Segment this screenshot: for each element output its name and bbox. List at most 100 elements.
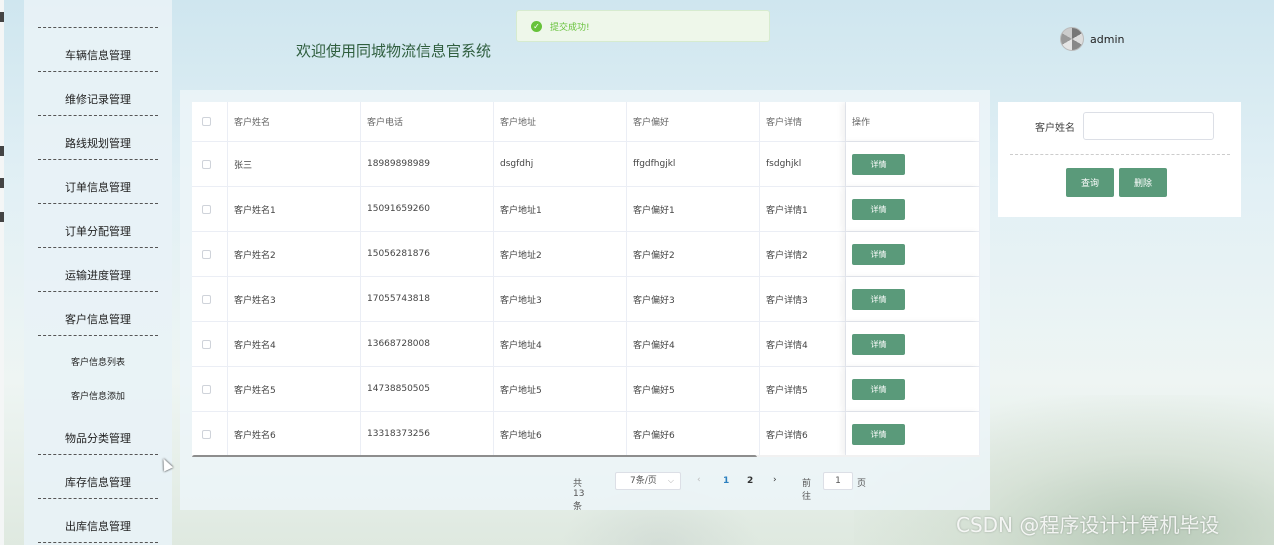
sidebar-item-category[interactable]: 物品分类管理 — [24, 430, 172, 446]
table-cell: fsdghjkl — [760, 142, 846, 186]
detail-button[interactable]: 详情 — [852, 378, 905, 400]
row-select-cell[interactable] — [192, 232, 228, 276]
column-header[interactable]: 客户姓名 — [228, 102, 361, 141]
row-select-cell[interactable] — [192, 187, 228, 231]
sidebar-divider — [38, 542, 158, 543]
column-header[interactable]: 客户详情 — [760, 102, 846, 141]
row-select-cell[interactable] — [192, 322, 228, 366]
search-label: 客户姓名 — [1035, 123, 1075, 134]
table-cell: 客户地址6 — [494, 412, 627, 456]
table-cell: dsgfdhj — [494, 142, 627, 186]
select-all-cell[interactable] — [192, 102, 228, 141]
table-cell: 客户地址3 — [494, 277, 627, 321]
row-select-cell[interactable] — [192, 367, 228, 411]
table-cell: 客户偏好5 — [627, 367, 760, 411]
query-button[interactable]: 查询 — [1066, 168, 1114, 197]
row-checkbox[interactable] — [202, 294, 211, 304]
table-cell: 客户详情4 — [760, 322, 846, 366]
detail-button[interactable]: 详情 — [852, 288, 905, 310]
row-select-cell[interactable] — [192, 277, 228, 321]
table-cell: 客户详情1 — [760, 187, 846, 231]
pagination-total: 共 13 条 — [573, 479, 585, 512]
row-checkbox[interactable] — [202, 249, 211, 259]
row-checkbox[interactable] — [202, 339, 211, 349]
table-cell: 客户地址1 — [494, 187, 627, 231]
table-row: 张三 18989898989 dsgfdhj ffgdfhgjkl fsdghjkl 详情 — [192, 142, 980, 187]
row-checkbox[interactable] — [202, 159, 211, 169]
sidebar-divider — [38, 498, 158, 499]
row-checkbox[interactable] — [202, 429, 211, 439]
check-circle-icon: ✓ — [531, 20, 542, 32]
table-cell: 17055743818 — [361, 277, 494, 321]
select-all-checkbox[interactable] — [202, 117, 211, 126]
avatar[interactable] — [1060, 27, 1084, 51]
column-header[interactable]: 客户电话 — [361, 102, 494, 141]
table-row: 客户姓名6 13318373256 客户地址6 客户偏好6 客户详情6 详情 — [192, 412, 980, 457]
action-cell: 详情 — [846, 277, 980, 321]
table-header-row: 客户姓名 客户电话 客户地址 客户偏好 客户详情 操作 — [192, 102, 980, 142]
column-header[interactable]: 客户地址 — [494, 102, 627, 141]
horizontal-scrollbar[interactable] — [192, 455, 980, 457]
search-panel: 客户姓名 查询 删除 — [998, 102, 1241, 217]
delete-button[interactable]: 删除 — [1119, 168, 1167, 197]
sidebar-item-transport[interactable]: 运输进度管理 — [24, 267, 172, 283]
toast-message: 提交成功! — [550, 22, 590, 33]
table-cell: 客户偏好2 — [627, 232, 760, 276]
success-toast: ✓ 提交成功! — [516, 10, 770, 42]
user-info[interactable]: admin — [1060, 27, 1124, 51]
action-cell: 详情 — [846, 232, 980, 276]
sidebar-item-customer[interactable]: 客户信息管理 — [24, 311, 172, 327]
next-page-icon[interactable]: › — [773, 475, 777, 485]
sidebar-item-outbound[interactable]: 出库信息管理 — [24, 518, 172, 534]
goto-page-input[interactable]: 1 — [823, 472, 853, 490]
detail-button[interactable]: 详情 — [852, 198, 905, 220]
table-cell: 张三 — [228, 142, 361, 186]
sidebar-subitem-customer-add[interactable]: 客户信息添加 — [24, 389, 172, 402]
sidebar-divider — [38, 115, 158, 116]
table-cell: 客户姓名3 — [228, 277, 361, 321]
sidebar-item-order[interactable]: 订单信息管理 — [24, 179, 172, 195]
table-cell: 客户详情6 — [760, 412, 846, 456]
row-checkbox[interactable] — [202, 204, 211, 214]
row-select-cell[interactable] — [192, 412, 228, 456]
action-cell: 详情 — [846, 322, 980, 366]
prev-page-icon[interactable]: ‹ — [697, 475, 701, 485]
row-checkbox[interactable] — [202, 384, 211, 394]
customer-name-search-input[interactable] — [1083, 112, 1214, 140]
detail-button[interactable]: 详情 — [852, 423, 905, 445]
goto-unit: 页 — [857, 479, 867, 489]
sidebar-divider — [38, 159, 158, 160]
table-row: 客户姓名5 14738850505 客户地址5 客户偏好5 客户详情5 详情 — [192, 367, 980, 412]
sidebar-subitem-customer-list[interactable]: 客户信息列表 — [24, 355, 172, 368]
scrollbar-thumb[interactable] — [192, 455, 757, 457]
customer-table: 客户姓名 客户电话 客户地址 客户偏好 客户详情 操作 张三 1898989898… — [192, 102, 980, 457]
column-header: 操作 — [846, 102, 980, 141]
user-name[interactable]: admin — [1090, 33, 1124, 46]
page-number[interactable]: 1 — [723, 476, 729, 486]
table-cell: 客户偏好1 — [627, 187, 760, 231]
detail-button[interactable]: 详情 — [852, 243, 905, 265]
sidebar-item-order-assign[interactable]: 订单分配管理 — [24, 223, 172, 239]
table-row: 客户姓名4 13668728008 客户地址4 客户偏好4 客户详情4 详情 — [192, 322, 980, 367]
detail-button[interactable]: 详情 — [852, 333, 905, 355]
sidebar: 车辆信息管理 维修记录管理 路线规划管理 订单信息管理 订单分配管理 运输进度管… — [24, 0, 172, 545]
table-cell: 客户姓名4 — [228, 322, 361, 366]
detail-button[interactable]: 详情 — [852, 153, 905, 175]
table-row: 客户姓名2 15056281876 客户地址2 客户偏好2 客户详情2 详情 — [192, 232, 980, 277]
table-cell: 13668728008 — [361, 322, 494, 366]
row-select-cell[interactable] — [192, 142, 228, 186]
table-cell: 18989898989 — [361, 142, 494, 186]
column-header[interactable]: 客户偏好 — [627, 102, 760, 141]
sidebar-item-route[interactable]: 路线规划管理 — [24, 135, 172, 151]
action-cell: 详情 — [846, 367, 980, 411]
sidebar-item-repair[interactable]: 维修记录管理 — [24, 91, 172, 107]
page-number[interactable]: 2 — [747, 476, 753, 486]
sidebar-item-inventory[interactable]: 库存信息管理 — [24, 474, 172, 490]
sidebar-divider — [38, 247, 158, 248]
table-cell: 13318373256 — [361, 412, 494, 456]
sidebar-divider — [38, 291, 158, 292]
page-size-value: 7条/页 — [630, 476, 657, 486]
sidebar-item-vehicle[interactable]: 车辆信息管理 — [24, 47, 172, 63]
sidebar-divider — [38, 335, 158, 336]
page-size-select[interactable]: 7条/页 ⌵ — [615, 472, 681, 490]
